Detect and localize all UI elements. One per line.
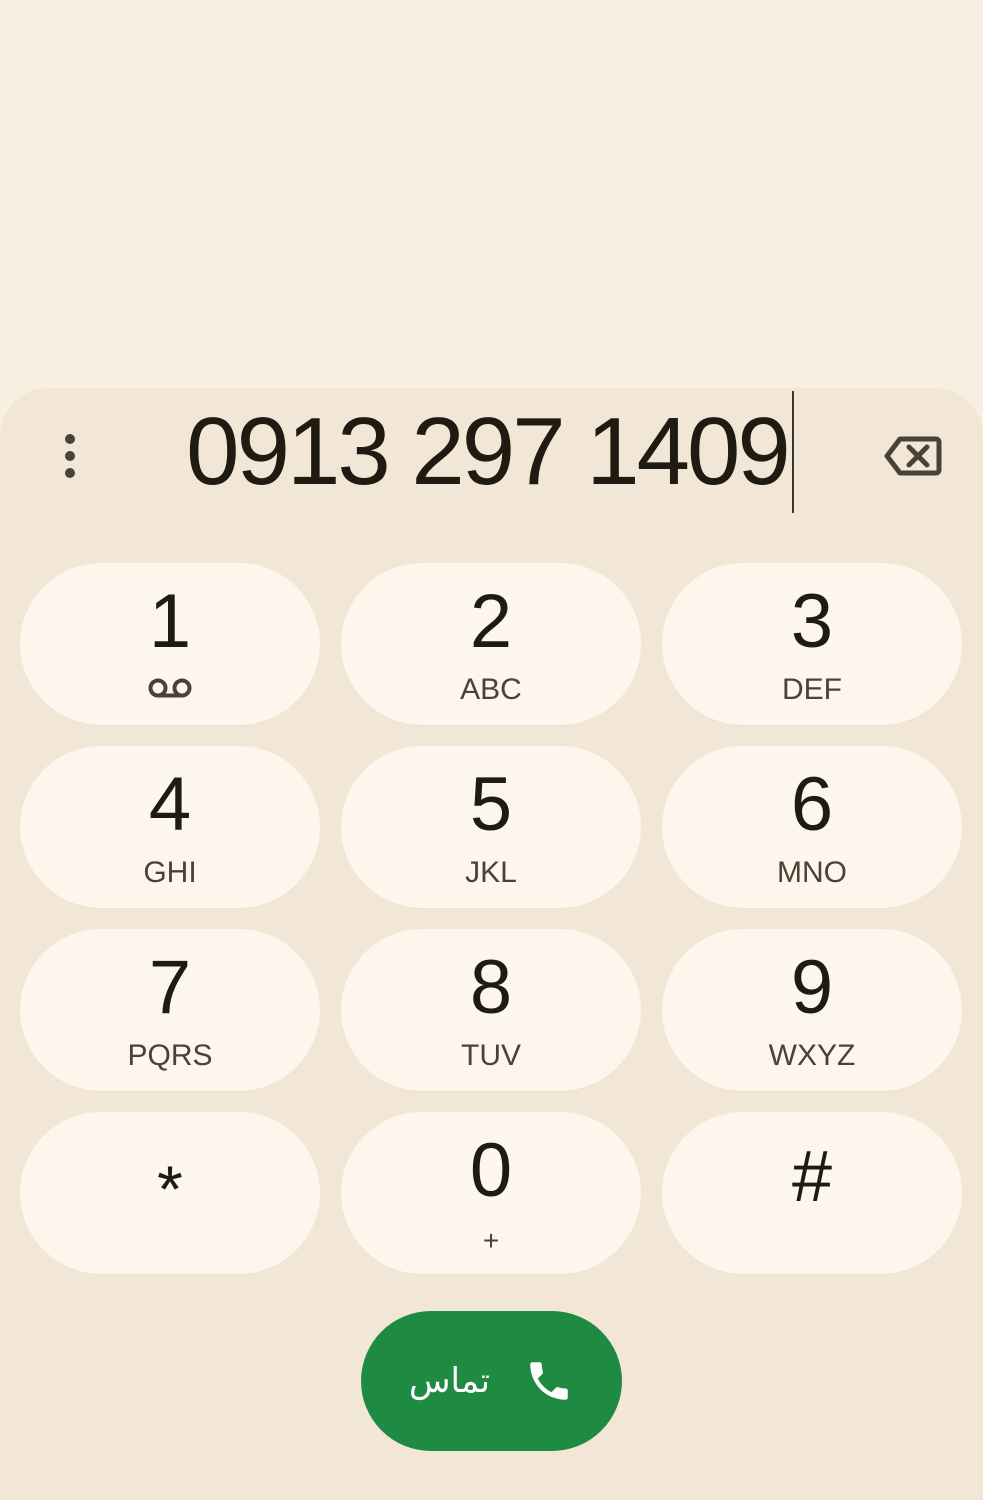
key-9[interactable]: 9 WXYZ: [662, 929, 962, 1091]
key-digit: *: [157, 1152, 183, 1226]
text-caret: [791, 391, 794, 513]
key-letters: +: [482, 1225, 500, 1256]
key-digit: 4: [148, 762, 192, 847]
key-letters: MNO: [777, 856, 847, 889]
more-vert-icon: [65, 434, 75, 478]
key-digit: 9: [790, 945, 834, 1030]
call-button[interactable]: تماس: [361, 1311, 622, 1451]
key-digit: 2: [469, 579, 513, 664]
key-0[interactable]: 0 +: [341, 1112, 641, 1274]
key-3[interactable]: 3 DEF: [662, 563, 962, 725]
backspace-icon: [884, 436, 942, 476]
phone-number-text: 0913 297 1409: [186, 398, 791, 505]
key-8[interactable]: 8 TUV: [341, 929, 641, 1091]
key-digit: 0: [469, 1128, 513, 1213]
key-digit: 8: [469, 945, 513, 1030]
number-row: 0913 297 1409: [0, 388, 983, 528]
key-7[interactable]: 7 PQRS: [20, 929, 320, 1091]
backspace-button[interactable]: [876, 424, 950, 488]
more-options-button[interactable]: [40, 426, 100, 486]
phone-icon: [530, 1362, 568, 1400]
key-letters: TUV: [461, 1039, 521, 1072]
key-digit: 3: [790, 579, 834, 664]
call-label: تماس: [409, 1361, 490, 1401]
key-hash[interactable]: #: [662, 1112, 962, 1274]
key-2[interactable]: 2 ABC: [341, 563, 641, 725]
key-letters: JKL: [465, 856, 517, 889]
key-digit: #: [791, 1137, 833, 1217]
key-star[interactable]: *: [20, 1112, 320, 1274]
key-digit: 7: [148, 945, 192, 1030]
phone-number-input[interactable]: 0913 297 1409: [130, 388, 850, 516]
key-digit: 5: [469, 762, 513, 847]
key-letters: WXYZ: [768, 1039, 856, 1072]
key-digit: 1: [148, 579, 192, 664]
key-letters: GHI: [143, 856, 197, 889]
key-5[interactable]: 5 JKL: [341, 746, 641, 908]
key-letters: ABC: [460, 673, 522, 706]
voicemail-icon: [148, 678, 192, 698]
dial-keypad: 1 2 ABC 3 DEF 4 GHI 5 JKL 6 MNO 7 PQRS 8…: [20, 563, 963, 1274]
key-6[interactable]: 6 MNO: [662, 746, 962, 908]
key-1[interactable]: 1: [20, 563, 320, 725]
key-digit: 6: [790, 762, 834, 847]
top-empty-area: [0, 0, 983, 388]
key-letters: DEF: [782, 673, 842, 706]
key-letters: PQRS: [127, 1039, 213, 1072]
key-4[interactable]: 4 GHI: [20, 746, 320, 908]
